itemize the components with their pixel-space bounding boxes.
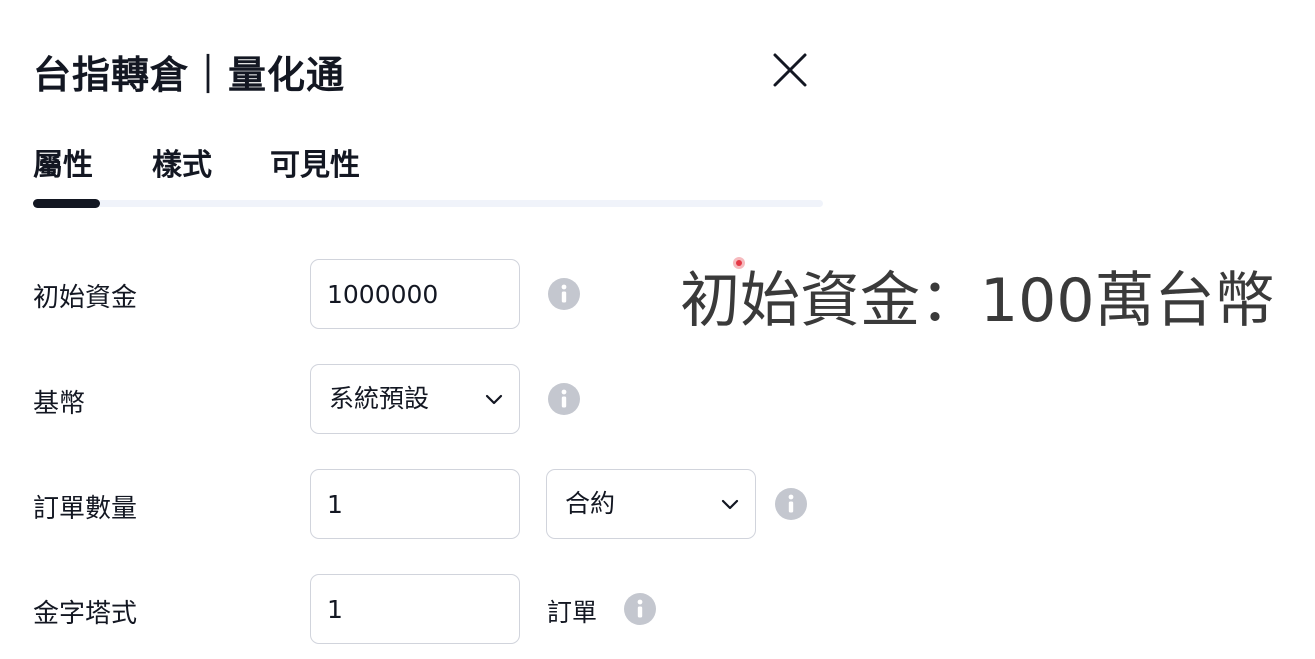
tab-bar: 屬性 樣式 可見性	[33, 140, 823, 210]
order-size-input[interactable]	[327, 470, 503, 538]
order-size-label: 訂單數量	[33, 494, 138, 524]
tab-track	[33, 200, 823, 207]
close-icon	[773, 53, 807, 87]
close-button[interactable]	[766, 46, 814, 94]
initial-capital-input[interactable]	[327, 260, 503, 328]
dialog-title: 台指轉倉｜量化通	[33, 53, 346, 97]
initial-capital-label: 初始資金	[33, 283, 138, 313]
strategy-settings-dialog: 台指轉倉｜量化通 屬性 樣式 可見性 初始資金 基幣 系統預設 訂單數量 合約	[0, 0, 1315, 659]
overlay-caption: 初始資金：100萬台幣	[680, 266, 1275, 336]
chevron-down-icon	[483, 389, 505, 411]
pyramiding-field[interactable]	[310, 574, 520, 644]
tab-visibility[interactable]: 可見性	[270, 140, 360, 184]
base-currency-select[interactable]: 系統預設	[310, 364, 520, 434]
info-icon[interactable]	[623, 592, 657, 626]
initial-capital-field[interactable]	[310, 259, 520, 329]
info-icon[interactable]	[774, 487, 808, 521]
active-tab-indicator	[33, 199, 100, 208]
pyramiding-input[interactable]	[327, 575, 503, 643]
tab-properties[interactable]: 屬性	[33, 140, 93, 184]
info-icon[interactable]	[547, 382, 581, 416]
base-currency-label: 基幣	[33, 389, 86, 419]
order-size-field[interactable]	[310, 469, 520, 539]
order-size-unit-select[interactable]: 合約	[546, 469, 756, 539]
order-size-unit-value: 合約	[565, 489, 616, 518]
chevron-down-icon	[719, 494, 741, 516]
mouse-cursor-indicator	[733, 257, 745, 269]
info-icon[interactable]	[547, 277, 581, 311]
tab-style[interactable]: 樣式	[152, 140, 212, 184]
pyramiding-suffix: 訂單	[547, 598, 598, 627]
pyramiding-label: 金字塔式	[33, 599, 138, 629]
base-currency-value: 系統預設	[329, 384, 430, 413]
